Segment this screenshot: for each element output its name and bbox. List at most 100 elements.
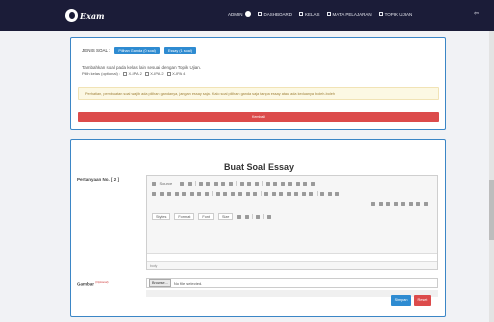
indent-icon[interactable] <box>238 191 243 196</box>
anchor-icon[interactable] <box>335 191 340 196</box>
nav-item-topik-ujian[interactable]: TOPIK UJIAN <box>378 12 412 17</box>
simpan-button[interactable]: Simpan <box>391 295 411 306</box>
iframe-icon[interactable] <box>423 202 428 206</box>
subscript-icon[interactable] <box>182 191 186 196</box>
styles-dropdown[interactable]: Styles <box>152 213 171 221</box>
maximize-icon[interactable] <box>255 214 260 219</box>
table-icon[interactable] <box>386 202 390 206</box>
kelas-checkbox[interactable] <box>166 71 171 76</box>
ltr-icon[interactable] <box>294 191 299 196</box>
paste-word-icon[interactable] <box>213 181 218 186</box>
kelas-checkbox[interactable] <box>123 71 128 76</box>
align-center-icon[interactable] <box>271 191 276 196</box>
kelas-options: Pilih kelas (optional) : X-IPA 2 X-IPA 2… <box>82 71 185 76</box>
kelas-option-label: X-IPA 2 <box>128 71 142 76</box>
source-label[interactable]: Source <box>160 181 173 186</box>
checkbox-icon[interactable] <box>280 181 285 186</box>
form-icon[interactable] <box>273 181 278 186</box>
align-left-icon[interactable] <box>264 191 269 196</box>
pilihan-ganda-button[interactable]: Pilihan Ganda (0 soal) <box>114 47 160 54</box>
toolbar-divider <box>212 191 213 196</box>
file-input[interactable]: Browse... No file selected. <box>146 278 438 288</box>
nav-item-mata-pelajaran[interactable]: MATA PELAJARAN <box>326 12 372 17</box>
textfield-icon[interactable] <box>295 181 300 186</box>
nav-item-dashboard[interactable]: DASHBOARD <box>257 11 293 17</box>
language-icon[interactable] <box>309 191 314 196</box>
kelas-checkbox[interactable] <box>144 71 149 76</box>
app-logo[interactable]: Exam <box>65 9 105 22</box>
blockquote-icon[interactable] <box>245 191 250 196</box>
font-dropdown[interactable]: Font <box>198 213 214 221</box>
size-dropdown[interactable]: Size <box>217 213 234 221</box>
flash-icon[interactable] <box>378 202 383 206</box>
link-icon[interactable] <box>320 191 325 196</box>
bulleted-list-icon[interactable] <box>223 191 228 196</box>
jenis-soal-panel: JENIS SOAL : Pilihan Ganda (0 soal) Essa… <box>70 37 446 130</box>
avatar <box>244 11 251 17</box>
toolbar-row-2 <box>152 191 343 196</box>
replace-icon[interactable] <box>247 181 252 186</box>
textarea-icon[interactable] <box>303 181 308 186</box>
format-dropdown[interactable]: Format <box>174 213 195 221</box>
paste-text-icon[interactable] <box>206 181 211 186</box>
text-color-icon[interactable] <box>237 214 242 219</box>
toolbar-divider <box>260 191 262 196</box>
buat-soal-panel: Buat Soal Essay Pertanyaan No. [ 2 ] Sou… <box>70 139 446 317</box>
bold-icon[interactable] <box>152 191 156 196</box>
warning-alert: Perhatian, pembuatan soal wajib ada pili… <box>78 87 439 100</box>
essay-button[interactable]: Essay (1 soal) <box>163 47 196 54</box>
nav-item-kelas[interactable]: KELAS <box>299 12 320 17</box>
strike-icon[interactable] <box>174 191 179 196</box>
remove-format-icon[interactable] <box>204 191 209 196</box>
kembali-button[interactable]: Kembali <box>78 112 439 122</box>
nav-user[interactable]: ADMIN <box>228 11 251 17</box>
paste-icon[interactable] <box>198 181 203 186</box>
superscript-icon[interactable] <box>189 191 194 196</box>
image-icon[interactable] <box>371 202 375 206</box>
radio-icon[interactable] <box>288 181 293 186</box>
find-icon[interactable] <box>239 181 244 186</box>
toolbar-row-4: Styles Format Font Size <box>152 213 275 221</box>
reset-button[interactable]: Reset <box>414 295 431 306</box>
undo-icon[interactable] <box>221 181 226 186</box>
unlink-icon[interactable] <box>327 191 332 196</box>
scrollbar-thumb[interactable] <box>489 180 494 240</box>
source-icon[interactable] <box>152 181 156 186</box>
copy-format-icon[interactable] <box>197 191 201 196</box>
page-scrollbar[interactable] <box>489 31 494 322</box>
align-right-icon[interactable] <box>279 191 284 196</box>
form-title: Buat Soal Essay <box>223 162 295 172</box>
numbered-list-icon[interactable] <box>215 191 220 196</box>
outdent-icon[interactable] <box>230 191 235 196</box>
horizontal-line-icon[interactable] <box>393 202 398 206</box>
bg-color-icon[interactable] <box>244 214 249 219</box>
toolbar-divider <box>195 181 196 186</box>
gambar-optional: (Optional) <box>95 280 109 284</box>
page-break-icon[interactable] <box>416 202 420 206</box>
select-all-icon[interactable] <box>254 181 259 186</box>
kelas-option-label: X-IPA 4 <box>172 71 186 76</box>
redo-icon[interactable] <box>228 181 233 186</box>
logo-text: Exam <box>80 10 105 21</box>
underline-icon[interactable] <box>167 191 171 196</box>
book-icon <box>326 12 331 16</box>
cut-icon[interactable] <box>180 181 185 186</box>
nav-item-label: DASHBOARD <box>263 11 293 17</box>
italic-icon[interactable] <box>159 191 164 196</box>
smiley-icon[interactable] <box>401 202 405 206</box>
select-field-icon[interactable] <box>310 181 315 186</box>
rich-text-editor[interactable]: Source Styles Format Font Size body <box>146 175 438 270</box>
nav-menu: ADMIN DASHBOARD KELAS MATA PELAJARAN TOP… <box>228 11 419 17</box>
copy-icon[interactable] <box>187 181 192 186</box>
logout-icon[interactable]: ⇦ <box>474 10 479 17</box>
spellcheck-icon[interactable] <box>265 181 270 186</box>
pertanyaan-label: Pertanyaan No. [ 2 ] <box>77 177 120 182</box>
rtl-icon[interactable] <box>301 191 306 196</box>
special-char-icon[interactable] <box>408 202 413 206</box>
align-justify-icon[interactable] <box>286 191 291 196</box>
grid-icon <box>299 12 304 16</box>
browse-button[interactable]: Browse... <box>149 279 171 287</box>
div-icon[interactable] <box>253 191 258 196</box>
help-icon[interactable] <box>267 214 272 219</box>
editor-toolbar: Source Styles Format Font Size <box>147 176 437 254</box>
